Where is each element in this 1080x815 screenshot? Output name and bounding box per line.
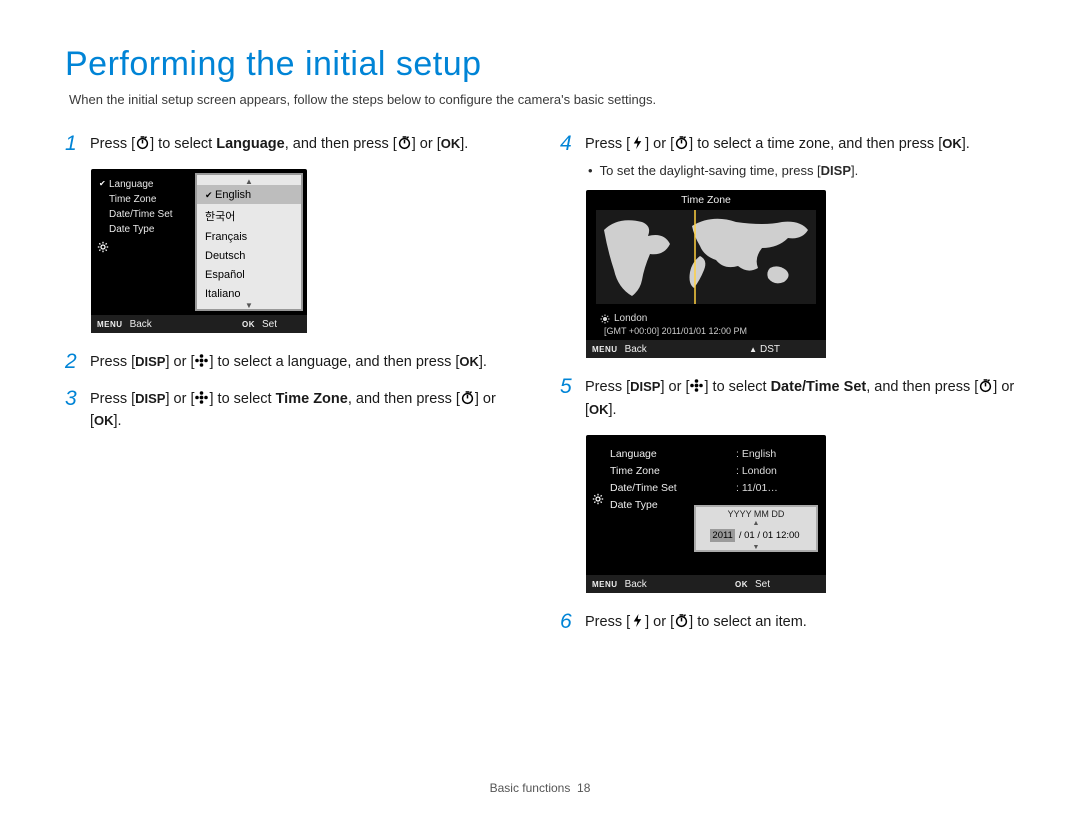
disp-icon: DISP — [821, 163, 851, 178]
ok-icon: OK — [441, 136, 461, 151]
menu-item: Time Zone — [99, 192, 185, 207]
step-6-text: Press [] or [] to select an item. — [585, 611, 807, 633]
lang-option: Español — [197, 265, 301, 284]
disp-icon: DISP — [135, 354, 165, 369]
menu-label: MENU — [592, 580, 618, 589]
lcd-datetime: Language Time Zone Date/Time Set Date Ty… — [586, 435, 826, 593]
timer-icon — [397, 135, 412, 150]
lang-option: 한국어 — [197, 204, 301, 227]
ok-icon: OK — [589, 402, 609, 417]
step-number: 2 — [65, 350, 81, 373]
lang-option: Français — [197, 227, 301, 246]
gear-icon — [592, 493, 604, 505]
timer-icon — [674, 613, 689, 628]
dt-val: : 11/01… — [736, 479, 778, 496]
lcd-timezone: Time Zone London [GMT +00:00] 2011/01/01… — [586, 190, 826, 358]
disp-icon: DISP — [630, 379, 660, 394]
language-panel: ▲ English 한국어 Français Deutsch Español I… — [195, 173, 303, 311]
page-footer: Basic functions 18 — [0, 781, 1080, 795]
step-number: 5 — [560, 375, 576, 421]
page-subtitle: When the initial setup screen appears, f… — [69, 92, 1015, 107]
ok-icon: OK — [94, 413, 114, 428]
menu-label: MENU — [592, 345, 618, 354]
step-4-text: Press [] or [] to select a time zone, an… — [585, 133, 970, 155]
menu-item: Date/Time Set — [99, 207, 185, 222]
dt-row: Date/Time Set — [610, 479, 677, 496]
flower-icon — [194, 353, 209, 368]
page-title: Performing the initial setup — [65, 45, 1015, 84]
lcd-language: Language Time Zone Date/Time Set Date Ty… — [91, 169, 307, 333]
dt-row: Time Zone — [610, 462, 677, 479]
step-number: 1 — [65, 132, 81, 155]
ok-icon: OK — [459, 354, 479, 369]
tz-gmt: [GMT +00:00] 2011/01/01 12:00 PM — [600, 325, 816, 337]
disp-icon: DISP — [135, 391, 165, 406]
flower-icon — [194, 390, 209, 405]
timer-icon — [460, 390, 475, 405]
dt-row: Language — [610, 445, 677, 462]
ok-icon: OK — [942, 136, 962, 151]
dt-row: Date Type — [610, 496, 677, 513]
ok-label: OK — [242, 320, 255, 329]
step-number: 3 — [65, 387, 81, 433]
chevron-down-icon: ▼ — [197, 303, 301, 309]
timer-icon — [135, 135, 150, 150]
step-5-text: Press [DISP] or [] to select Date/Time S… — [585, 376, 1015, 421]
step-2-text: Press [DISP] or [] to select a language,… — [90, 351, 487, 373]
step-3-text: Press [DISP] or [] to select Time Zone, … — [90, 388, 520, 433]
dt-val: : English — [736, 445, 778, 462]
flower-icon — [689, 378, 704, 393]
flash-icon — [630, 135, 645, 150]
dt-val: : London — [736, 462, 778, 479]
ok-label: OK — [735, 580, 748, 589]
step-number: 6 — [560, 610, 576, 633]
menu-item: Language — [99, 177, 185, 192]
step-1-text: Press [] to select Language, and then pr… — [90, 133, 468, 155]
menu-item: Date Type — [99, 222, 185, 237]
tz-title: Time Zone — [586, 194, 826, 206]
flash-icon — [630, 613, 645, 628]
menu-label: MENU — [97, 320, 123, 329]
timer-icon — [674, 135, 689, 150]
lang-option: Deutsch — [197, 246, 301, 265]
timer-icon — [978, 378, 993, 393]
chevron-down-icon: ▼ — [696, 545, 816, 550]
world-map — [596, 210, 816, 304]
gear-icon — [97, 241, 109, 253]
tz-city: London — [600, 313, 647, 324]
step-number: 4 — [560, 132, 576, 155]
lang-option: English — [197, 185, 301, 204]
step-4-sub: To set the daylight-saving time, press [… — [588, 163, 1015, 178]
dt-edit-box: YYYY MM DD ▲ 2011 / 01 / 01 12:00 ▼ — [694, 505, 818, 552]
triangle-up-icon: ▲ — [749, 345, 757, 354]
